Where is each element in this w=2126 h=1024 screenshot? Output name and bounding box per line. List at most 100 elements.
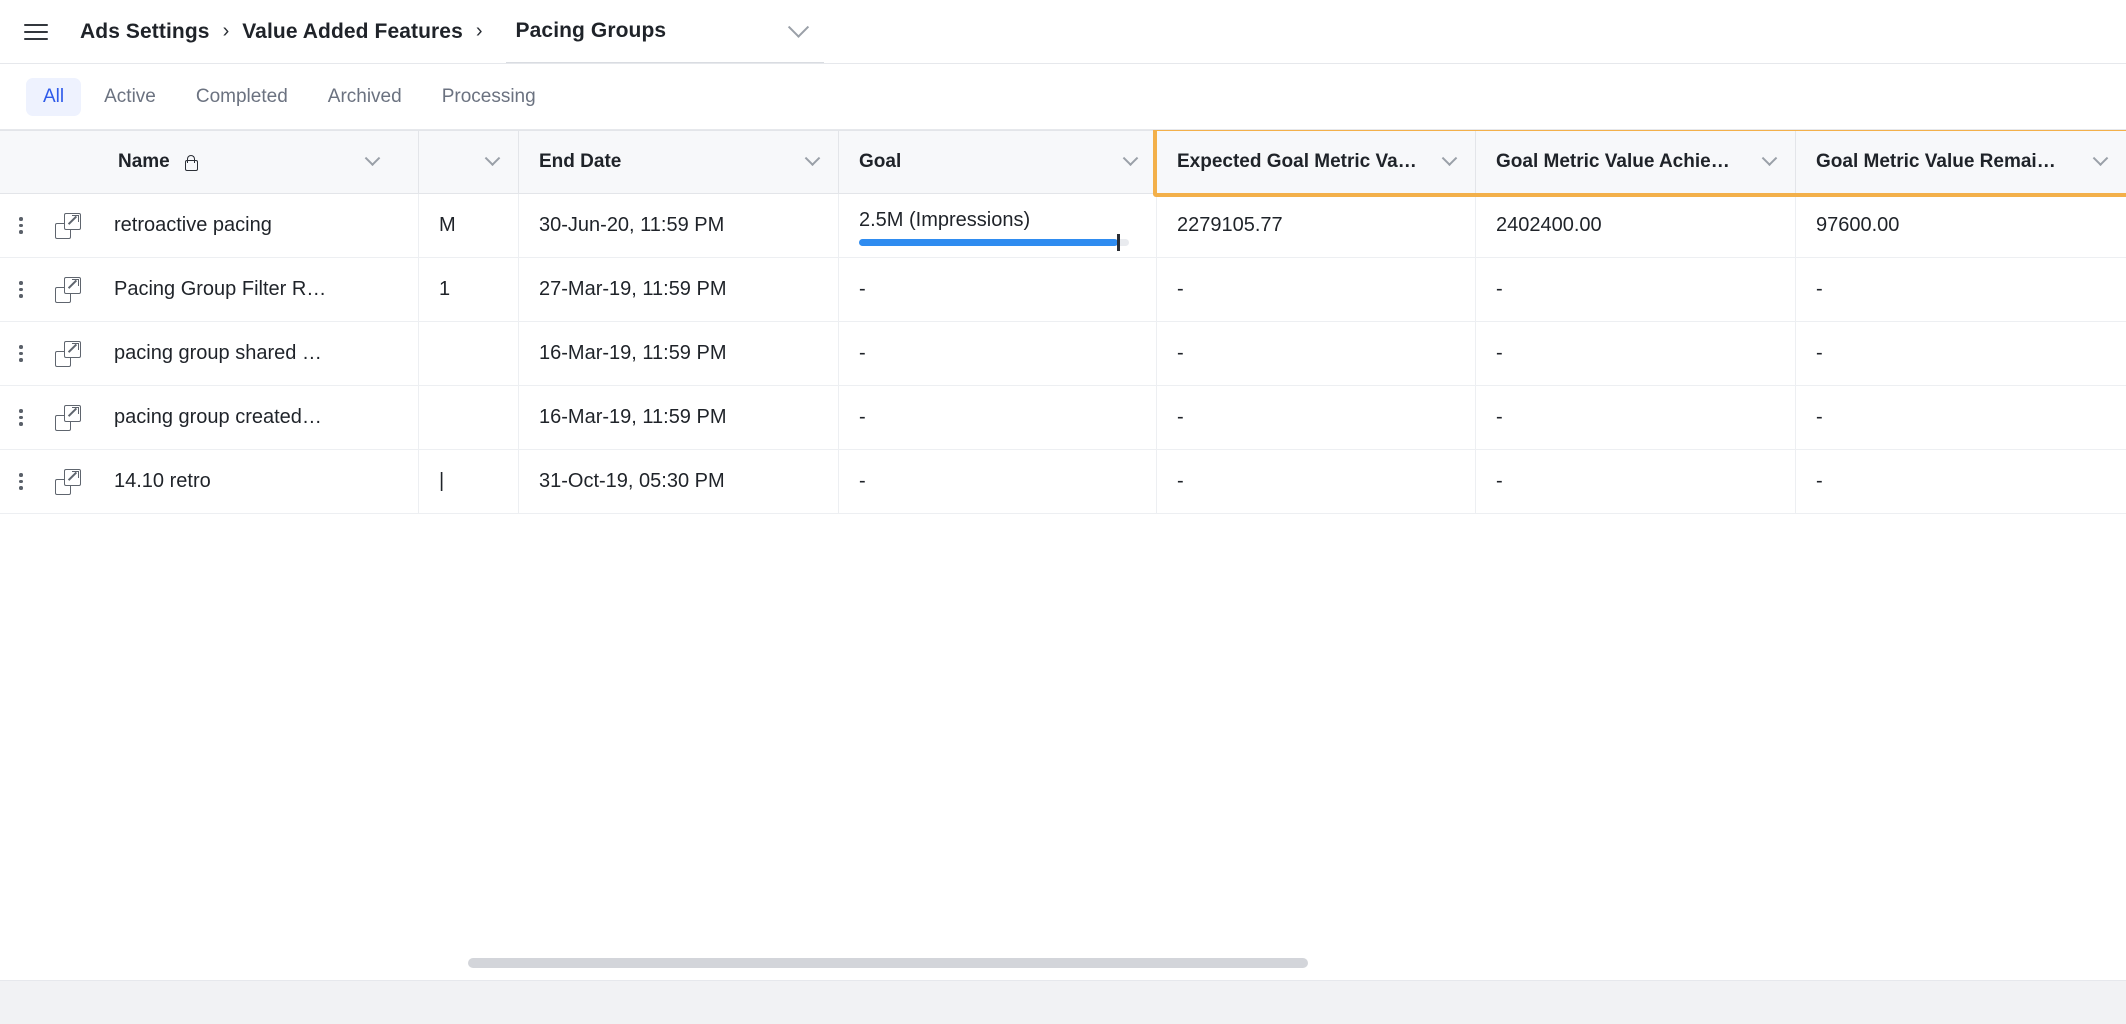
row-menu-button[interactable] [0,258,42,321]
cell-goal-metric-value-remaining: - [1796,450,2126,513]
breadcrumb-separator-1: › [222,20,230,42]
cell-partial [419,386,519,449]
breadcrumb-current-label: Pacing Groups [515,19,667,42]
column-header-partial[interactable] [419,131,519,193]
row-duplicate-button[interactable] [42,194,94,257]
row-menu-button[interactable] [0,322,42,385]
chevron-down-icon[interactable] [1441,149,1458,166]
cell-goal: - [839,322,1157,385]
table-row[interactable]: 14.10 retro | 31-Oct-19, 05:30 PM - - - … [0,450,2126,514]
breadcrumb: Ads Settings › Value Added Features › Pa… [80,0,824,63]
tab-active[interactable]: Active [87,78,173,116]
row-duplicate-button[interactable] [42,258,94,321]
chevron-down-icon [787,16,809,38]
row-duplicate-button[interactable] [42,450,94,513]
cell-end-date: 16-Mar-19, 11:59 PM [519,322,839,385]
table-row[interactable]: retroactive pacing M 30-Jun-20, 11:59 PM… [0,194,2126,258]
kebab-menu-icon[interactable] [10,215,32,237]
cell-name: retroactive pacing [94,194,419,257]
cell-goal-metric-value-remaining: 97600.00 [1796,194,2126,257]
cell-name: 14.10 retro [94,450,419,513]
data-table: Name End Date Goal Expected Goal Metric … [0,130,2126,514]
cell-goal: 2.5M (Impressions) [839,194,1157,257]
horizontal-scrollbar-track[interactable] [0,958,2126,976]
tab-completed[interactable]: Completed [179,78,305,116]
kebab-menu-icon[interactable] [10,471,32,493]
duplicate-icon[interactable] [55,404,81,431]
lock-icon [183,154,198,171]
hamburger-icon[interactable] [14,10,58,54]
horizontal-scrollbar-thumb[interactable] [468,958,1308,968]
cell-end-date: 27-Mar-19, 11:59 PM [519,258,839,321]
cell-partial: | [419,450,519,513]
cell-goal-metric-value-remaining: - [1796,386,2126,449]
table-row[interactable]: pacing group shared … 16-Mar-19, 11:59 P… [0,322,2126,386]
cell-goal: - [839,450,1157,513]
column-header-goal[interactable]: Goal [839,131,1157,193]
cell-goal-metric-value-remaining: - [1796,322,2126,385]
breadcrumb-separator-2: › [475,20,483,42]
row-menu-button[interactable] [0,450,42,513]
table-container: Name End Date Goal Expected Goal Metric … [0,130,2126,1024]
row-menu-button[interactable] [0,194,42,257]
breadcrumb-page-select[interactable]: Pacing Groups [505,1,824,63]
cell-end-date: 30-Jun-20, 11:59 PM [519,194,839,257]
goal-progress-bar [859,233,1129,251]
cell-goal-label: 2.5M (Impressions) [859,208,1031,231]
cell-end-date: 31-Oct-19, 05:30 PM [519,450,839,513]
chevron-down-icon[interactable] [1122,149,1139,166]
cell-partial [419,322,519,385]
table-row[interactable]: pacing group created… 16-Mar-19, 11:59 P… [0,386,2126,450]
breadcrumb-item-value-added-features[interactable]: Value Added Features [242,20,463,44]
column-header-goal-metric-value-achieved[interactable]: Goal Metric Value Achie… [1476,131,1796,193]
column-header-goal-metric-value-achieved-label: Goal Metric Value Achie… [1496,151,1730,172]
duplicate-icon[interactable] [55,212,81,239]
cell-expected-goal-metric-value: - [1157,322,1476,385]
kebab-menu-icon[interactable] [10,343,32,365]
cell-goal-metric-value-achieved: - [1476,322,1796,385]
cell-goal-metric-value-achieved: 2402400.00 [1476,194,1796,257]
chevron-down-icon[interactable] [2092,149,2109,166]
tab-all[interactable]: All [26,77,82,116]
cell-expected-goal-metric-value: - [1157,386,1476,449]
cell-goal-metric-value-achieved: - [1476,386,1796,449]
chevron-down-icon[interactable] [484,149,501,166]
duplicate-icon[interactable] [55,340,81,367]
duplicate-icon[interactable] [55,468,81,495]
kebab-menu-icon[interactable] [10,279,32,301]
cell-goal-metric-value-achieved: - [1476,450,1796,513]
table-row[interactable]: Pacing Group Filter R… 1 27-Mar-19, 11:5… [0,258,2126,322]
cell-partial: M [419,194,519,257]
row-duplicate-button[interactable] [42,386,94,449]
duplicate-icon[interactable] [55,276,81,303]
row-menu-button[interactable] [0,386,42,449]
cell-goal-metric-value-achieved: - [1476,258,1796,321]
top-bar: Ads Settings › Value Added Features › Pa… [0,0,2126,64]
tab-archived[interactable]: Archived [311,78,419,116]
chevron-down-icon[interactable] [364,149,381,166]
chevron-down-icon[interactable] [1761,149,1778,166]
column-header-expected-goal-metric-value-label: Expected Goal Metric Va… [1177,151,1417,172]
cell-expected-goal-metric-value: - [1157,450,1476,513]
tab-bar: All Active Completed Archived Processing [0,64,2126,130]
column-header-name[interactable]: Name [0,131,419,193]
cell-expected-goal-metric-value: - [1157,258,1476,321]
column-header-end-date[interactable]: End Date [519,131,839,193]
tab-processing[interactable]: Processing [425,78,553,116]
breadcrumb-item-ads-settings[interactable]: Ads Settings [80,20,210,44]
cell-expected-goal-metric-value: 2279105.77 [1157,194,1476,257]
cell-goal: - [839,258,1157,321]
cell-name: pacing group created… [94,386,419,449]
cell-goal-metric-value-remaining: - [1796,258,2126,321]
app-root: Ads Settings › Value Added Features › Pa… [0,0,2126,1024]
cell-partial: 1 [419,258,519,321]
chevron-down-icon[interactable] [804,149,821,166]
column-header-expected-goal-metric-value[interactable]: Expected Goal Metric Va… [1157,131,1476,193]
column-header-name-label: Name [118,151,170,172]
row-duplicate-button[interactable] [42,322,94,385]
column-header-goal-metric-value-remaining-label: Goal Metric Value Remai… [1816,151,2056,172]
footer-bar [0,980,2126,1024]
column-header-end-date-label: End Date [539,151,622,172]
column-header-goal-metric-value-remaining[interactable]: Goal Metric Value Remai… [1796,131,2126,193]
kebab-menu-icon[interactable] [10,407,32,429]
